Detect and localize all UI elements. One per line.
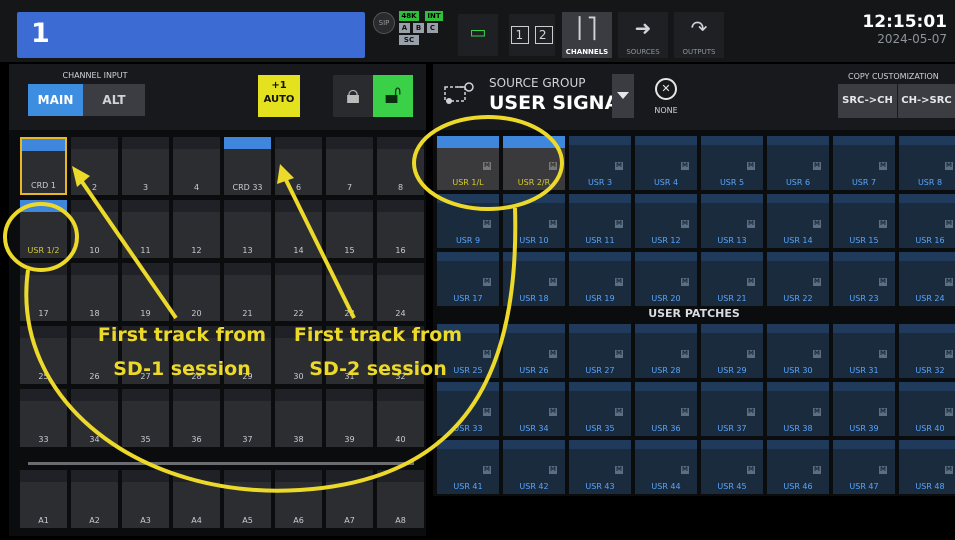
annotation-sd2-line1: First track from <box>293 324 463 346</box>
arrowhead-sd2 <box>277 164 294 184</box>
arrow-sd2 <box>282 175 356 319</box>
annotation-sd1: First track from SD-1 session <box>86 318 278 386</box>
annotation-sd2-line2: SD-2 session <box>309 358 447 380</box>
highlight-circle-usr-sources <box>412 115 564 211</box>
arrow-sd1 <box>76 174 178 320</box>
annotation-overlay <box>3 115 564 493</box>
annotation-sd1-line2: SD-1 session <box>113 358 251 380</box>
annotation-sd1-line1: First track from <box>97 324 267 346</box>
highlight-circle-usr12 <box>3 202 79 272</box>
annotation-sd2: First track from SD-2 session <box>283 318 473 386</box>
